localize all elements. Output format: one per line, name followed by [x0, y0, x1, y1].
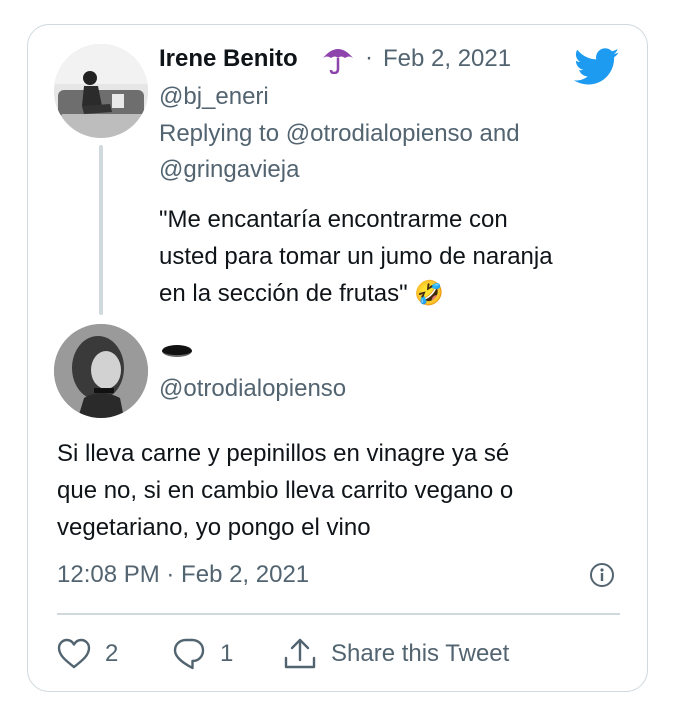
quoted-text-line-1: "Me encantaría encontrarme con: [159, 206, 508, 233]
avatar-otrodialopienso[interactable]: [54, 324, 148, 418]
divider: [57, 613, 620, 615]
like-count: 2: [105, 640, 119, 667]
twitter-bird-icon[interactable]: [574, 48, 620, 86]
tweet-text-line-3: vegetariano, yo pongo el vino: [57, 514, 371, 541]
laughing-emoji-icon: 🤣: [414, 280, 445, 307]
tweet-text-line-2: que no, si en cambio lleva carrito vegan…: [57, 477, 514, 504]
replying-to-line-2[interactable]: @gringavieja: [159, 156, 299, 184]
quoted-text-line-3: en la sección de frutas" 🤣: [159, 275, 599, 312]
reply-author-handle[interactable]: @otrodialopienso: [159, 375, 346, 403]
quoted-date[interactable]: Feb 2, 2021: [383, 45, 511, 73]
tweet-timestamp[interactable]: 12:08 PM · Feb 2, 2021: [57, 561, 309, 589]
avatar-irene-benito[interactable]: [54, 44, 148, 138]
reply-bubble-icon: [173, 638, 205, 670]
quoted-text-line-3-text: en la sección de frutas": [159, 280, 408, 307]
replying-to-line-1[interactable]: Replying to @otrodialopienso and: [159, 120, 520, 148]
reply-button[interactable]: 1: [172, 636, 233, 672]
hole-emoji-icon: [162, 345, 192, 357]
share-icon: [284, 638, 316, 669]
author-name[interactable]: Irene Benito: [159, 45, 298, 73]
thread-connector-line: [99, 145, 103, 315]
share-button[interactable]: Share this Tweet: [283, 636, 509, 672]
quoted-text-line-2: usted para tomar un jumo de naranja: [159, 243, 553, 270]
reply-count: 1: [220, 640, 234, 667]
like-button[interactable]: 2: [57, 636, 118, 672]
heart-icon: [57, 638, 91, 669]
share-label: Share this Tweet: [331, 640, 510, 667]
separator-dot: ·: [365, 44, 373, 71]
info-icon[interactable]: [589, 562, 615, 588]
tweet-text-line-1: Si lleva carne y pepinillos en vinagre y…: [57, 440, 510, 467]
author-handle[interactable]: @bj_eneri: [159, 83, 269, 111]
umbrella-icon: [321, 44, 355, 82]
